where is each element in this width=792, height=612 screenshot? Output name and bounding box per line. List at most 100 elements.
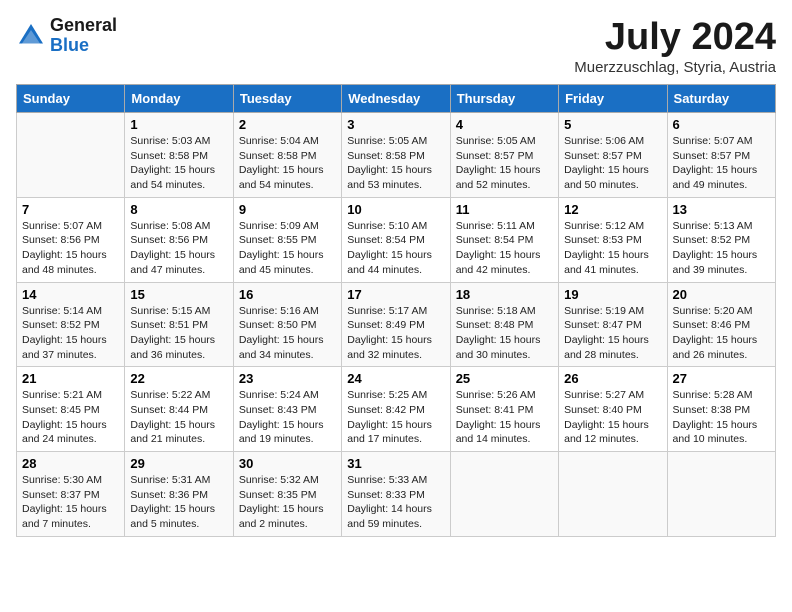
day-info: Sunrise: 5:05 AM Sunset: 8:58 PM Dayligh…: [347, 134, 444, 193]
header: General Blue July 2024 Muerzzuschlag, St…: [16, 16, 776, 76]
day-info: Sunrise: 5:28 AM Sunset: 8:38 PM Dayligh…: [673, 388, 770, 447]
day-number: 4: [456, 117, 553, 132]
calendar-cell: 22 Sunrise: 5:22 AM Sunset: 8:44 PM Dayli…: [125, 367, 233, 452]
calendar-cell: 16 Sunrise: 5:16 AM Sunset: 8:50 PM Dayli…: [233, 282, 341, 367]
day-info: Sunrise: 5:07 AM Sunset: 8:57 PM Dayligh…: [673, 134, 770, 193]
day-number: 22: [130, 371, 227, 386]
day-info: Sunrise: 5:24 AM Sunset: 8:43 PM Dayligh…: [239, 388, 336, 447]
day-number: 17: [347, 287, 444, 302]
day-number: 7: [22, 202, 119, 217]
day-info: Sunrise: 5:18 AM Sunset: 8:48 PM Dayligh…: [456, 304, 553, 363]
week-row-3: 14 Sunrise: 5:14 AM Sunset: 8:52 PM Dayli…: [17, 282, 776, 367]
weekday-header-friday: Friday: [559, 85, 667, 113]
day-info: Sunrise: 5:27 AM Sunset: 8:40 PM Dayligh…: [564, 388, 661, 447]
calendar-cell: 24Sunrise: 5:25 AM Sunset: 8:42 PM Dayli…: [342, 367, 450, 452]
week-row-4: 21 Sunrise: 5:21 AM Sunset: 8:45 PM Dayli…: [17, 367, 776, 452]
day-info: Sunrise: 5:30 AM Sunset: 8:37 PM Dayligh…: [22, 473, 119, 532]
day-info: Sunrise: 5:05 AM Sunset: 8:57 PM Dayligh…: [456, 134, 553, 193]
location-subtitle: Muerzzuschlag, Styria, Austria: [574, 59, 776, 76]
day-number: 16: [239, 287, 336, 302]
day-number: 14: [22, 287, 119, 302]
calendar-cell: 9 Sunrise: 5:09 AM Sunset: 8:55 PM Daylig…: [233, 197, 341, 282]
day-number: 12: [564, 202, 661, 217]
day-number: 9: [239, 202, 336, 217]
day-info: Sunrise: 5:04 AM Sunset: 8:58 PM Dayligh…: [239, 134, 336, 193]
day-info: Sunrise: 5:17 AM Sunset: 8:49 PM Dayligh…: [347, 304, 444, 363]
day-number: 5: [564, 117, 661, 132]
day-info: Sunrise: 5:26 AM Sunset: 8:41 PM Dayligh…: [456, 388, 553, 447]
calendar-cell: 10 Sunrise: 5:10 AM Sunset: 8:54 PM Dayli…: [342, 197, 450, 282]
day-info: Sunrise: 5:16 AM Sunset: 8:50 PM Dayligh…: [239, 304, 336, 363]
day-number: 10: [347, 202, 444, 217]
day-number: 29: [130, 456, 227, 471]
calendar-cell: [667, 452, 775, 537]
day-number: 8: [130, 202, 227, 217]
day-number: 31: [347, 456, 444, 471]
weekday-header-saturday: Saturday: [667, 85, 775, 113]
day-info: Sunrise: 5:08 AM Sunset: 8:56 PM Dayligh…: [130, 219, 227, 278]
day-number: 11: [456, 202, 553, 217]
calendar-cell: 8 Sunrise: 5:08 AM Sunset: 8:56 PM Daylig…: [125, 197, 233, 282]
day-number: 2: [239, 117, 336, 132]
calendar-cell: [559, 452, 667, 537]
day-info: Sunrise: 5:14 AM Sunset: 8:52 PM Dayligh…: [22, 304, 119, 363]
calendar-cell: 1 Sunrise: 5:03 AM Sunset: 8:58 PM Daylig…: [125, 113, 233, 198]
day-info: Sunrise: 5:09 AM Sunset: 8:55 PM Dayligh…: [239, 219, 336, 278]
day-info: Sunrise: 5:32 AM Sunset: 8:35 PM Dayligh…: [239, 473, 336, 532]
logo-icon: [16, 21, 46, 51]
day-number: 1: [130, 117, 227, 132]
weekday-header-monday: Monday: [125, 85, 233, 113]
calendar-cell: 7 Sunrise: 5:07 AM Sunset: 8:56 PM Daylig…: [17, 197, 125, 282]
day-number: 20: [673, 287, 770, 302]
week-row-1: 1 Sunrise: 5:03 AM Sunset: 8:58 PM Daylig…: [17, 113, 776, 198]
calendar-cell: 15 Sunrise: 5:15 AM Sunset: 8:51 PM Dayli…: [125, 282, 233, 367]
calendar-cell: 3 Sunrise: 5:05 AM Sunset: 8:58 PM Daylig…: [342, 113, 450, 198]
week-row-5: 28Sunrise: 5:30 AM Sunset: 8:37 PM Dayli…: [17, 452, 776, 537]
calendar-cell: 4 Sunrise: 5:05 AM Sunset: 8:57 PM Daylig…: [450, 113, 558, 198]
day-number: 26: [564, 371, 661, 386]
day-number: 21: [22, 371, 119, 386]
day-info: Sunrise: 5:10 AM Sunset: 8:54 PM Dayligh…: [347, 219, 444, 278]
day-number: 15: [130, 287, 227, 302]
day-info: Sunrise: 5:19 AM Sunset: 8:47 PM Dayligh…: [564, 304, 661, 363]
calendar-cell: 26 Sunrise: 5:27 AM Sunset: 8:40 PM Dayli…: [559, 367, 667, 452]
logo: General Blue: [16, 16, 117, 56]
calendar-cell: [450, 452, 558, 537]
day-info: Sunrise: 5:21 AM Sunset: 8:45 PM Dayligh…: [22, 388, 119, 447]
calendar-cell: 23 Sunrise: 5:24 AM Sunset: 8:43 PM Dayli…: [233, 367, 341, 452]
calendar-table: SundayMondayTuesdayWednesdayThursdayFrid…: [16, 84, 776, 537]
calendar-cell: 12 Sunrise: 5:12 AM Sunset: 8:53 PM Dayli…: [559, 197, 667, 282]
calendar-cell: 28Sunrise: 5:30 AM Sunset: 8:37 PM Dayli…: [17, 452, 125, 537]
day-info: Sunrise: 5:31 AM Sunset: 8:36 PM Dayligh…: [130, 473, 227, 532]
day-info: Sunrise: 5:33 AM Sunset: 8:33 PM Dayligh…: [347, 473, 444, 532]
calendar-cell: 27Sunrise: 5:28 AM Sunset: 8:38 PM Dayli…: [667, 367, 775, 452]
weekday-header-thursday: Thursday: [450, 85, 558, 113]
day-number: 23: [239, 371, 336, 386]
day-info: Sunrise: 5:07 AM Sunset: 8:56 PM Dayligh…: [22, 219, 119, 278]
calendar-cell: 25 Sunrise: 5:26 AM Sunset: 8:41 PM Dayli…: [450, 367, 558, 452]
day-number: 24: [347, 371, 444, 386]
logo-blue: Blue: [50, 36, 117, 56]
calendar-cell: 31 Sunrise: 5:33 AM Sunset: 8:33 PM Dayli…: [342, 452, 450, 537]
calendar-cell: 19Sunrise: 5:19 AM Sunset: 8:47 PM Dayli…: [559, 282, 667, 367]
day-number: 25: [456, 371, 553, 386]
day-info: Sunrise: 5:22 AM Sunset: 8:44 PM Dayligh…: [130, 388, 227, 447]
calendar-cell: 17 Sunrise: 5:17 AM Sunset: 8:49 PM Dayli…: [342, 282, 450, 367]
week-row-2: 7 Sunrise: 5:07 AM Sunset: 8:56 PM Daylig…: [17, 197, 776, 282]
calendar-cell: 30Sunrise: 5:32 AM Sunset: 8:35 PM Dayli…: [233, 452, 341, 537]
day-number: 3: [347, 117, 444, 132]
calendar-cell: 29 Sunrise: 5:31 AM Sunset: 8:36 PM Dayli…: [125, 452, 233, 537]
weekday-header-wednesday: Wednesday: [342, 85, 450, 113]
day-info: Sunrise: 5:06 AM Sunset: 8:57 PM Dayligh…: [564, 134, 661, 193]
day-number: 6: [673, 117, 770, 132]
day-info: Sunrise: 5:15 AM Sunset: 8:51 PM Dayligh…: [130, 304, 227, 363]
logo-text: General Blue: [50, 16, 117, 56]
day-number: 13: [673, 202, 770, 217]
calendar-cell: [17, 113, 125, 198]
weekday-header-sunday: Sunday: [17, 85, 125, 113]
day-info: Sunrise: 5:03 AM Sunset: 8:58 PM Dayligh…: [130, 134, 227, 193]
title-area: July 2024 Muerzzuschlag, Styria, Austria: [574, 16, 776, 76]
day-number: 18: [456, 287, 553, 302]
calendar-cell: 6 Sunrise: 5:07 AM Sunset: 8:57 PM Daylig…: [667, 113, 775, 198]
day-info: Sunrise: 5:12 AM Sunset: 8:53 PM Dayligh…: [564, 219, 661, 278]
